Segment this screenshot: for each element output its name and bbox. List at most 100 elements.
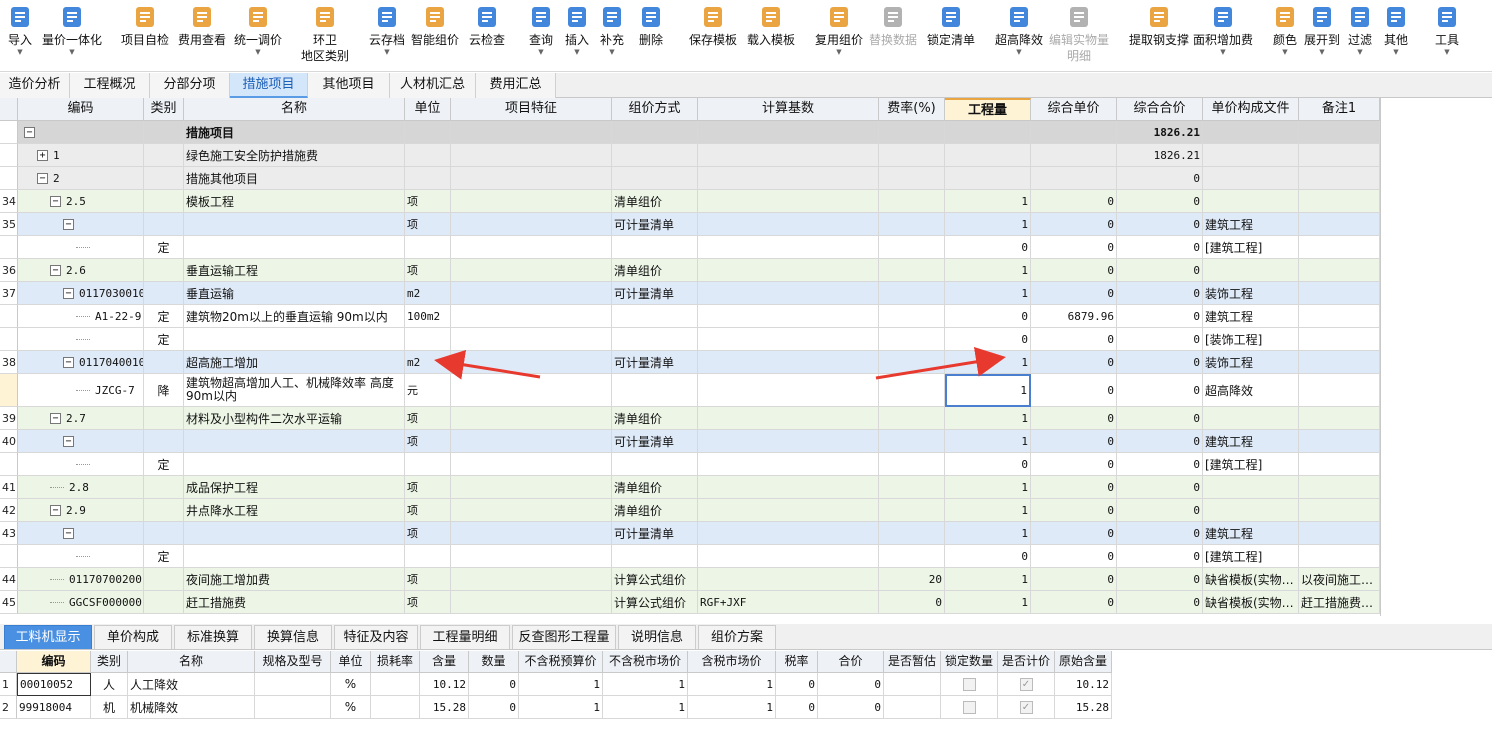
cell-feature[interactable] [451, 121, 612, 144]
bottom-column-header-budget[interactable]: 不含税预算价 [519, 651, 603, 673]
column-header-name[interactable]: 名称 [184, 98, 405, 121]
cell-total[interactable]: 1826.21 [1117, 121, 1203, 144]
cell-rate[interactable] [879, 144, 945, 167]
column-header-price[interactable]: 综合单价 [1031, 98, 1117, 121]
fee-view-button[interactable]: 费用查看 [173, 2, 231, 70]
cell-note[interactable]: 赶工措施费… [1299, 591, 1380, 614]
table-row[interactable]: A1-22-9 定建筑物20m以上的垂直运输 90m以内 100m2 0 6879.96… [0, 305, 1380, 328]
cell-note[interactable] [1299, 545, 1380, 568]
table-row[interactable]: 41 2.8 成品保护工程项清单组价 1 0 0 [0, 476, 1380, 499]
cell-note[interactable] [1299, 190, 1380, 213]
cell-qty[interactable]: 1 [945, 476, 1031, 499]
cell-name[interactable]: 措施项目 [184, 121, 405, 144]
cell-price[interactable]: 0 [1031, 190, 1117, 213]
other-button[interactable]: 其他 ▼ [1367, 2, 1425, 70]
qty-price-button[interactable]: 量价一体化 ▼ [35, 2, 109, 70]
cell-code[interactable] [18, 545, 144, 568]
cell-file[interactable]: 建筑工程 [1203, 213, 1299, 236]
bottom-cell-est[interactable] [884, 696, 941, 719]
unify-price-button[interactable]: 统一调价 ▼ [229, 2, 287, 70]
cell-base[interactable] [698, 568, 879, 591]
cell-file[interactable]: 建筑工程 [1203, 522, 1299, 545]
cell-cat[interactable] [144, 591, 184, 614]
cell-file[interactable]: [装饰工程] [1203, 328, 1299, 351]
cell-file[interactable] [1203, 407, 1299, 430]
cell-cat[interactable] [144, 213, 184, 236]
cell-rate[interactable] [879, 121, 945, 144]
cell-note[interactable] [1299, 282, 1380, 305]
cell-rate[interactable] [879, 351, 945, 374]
table-row[interactable]: 35− 项可计量清单 1 0 0 建筑工程 [0, 213, 1380, 236]
cell-note[interactable] [1299, 522, 1380, 545]
table-row[interactable]: 定 0 0 0 [建筑工程] [0, 236, 1380, 259]
cell-cat[interactable] [144, 190, 184, 213]
cell-note[interactable] [1299, 121, 1380, 144]
cell-price[interactable]: 0 [1031, 351, 1117, 374]
cell-name[interactable] [184, 545, 405, 568]
cell-code[interactable]: A1-22-9 [18, 305, 144, 328]
cell-rate[interactable] [879, 522, 945, 545]
cell-cat[interactable]: 定 [144, 545, 184, 568]
self-check-button[interactable]: 项目自检 [116, 2, 174, 70]
cell-code[interactable]: −2.7 [18, 407, 144, 430]
cell-feature[interactable] [451, 499, 612, 522]
cell-method[interactable]: 可计量清单 [612, 213, 698, 236]
cell-cat[interactable] [144, 167, 184, 190]
cell-qty[interactable]: 0 [945, 453, 1031, 476]
cell-unit[interactable]: 项 [405, 568, 451, 591]
cell-note[interactable] [1299, 259, 1380, 282]
bottom-column-header-orig[interactable]: 原始含量 [1055, 651, 1112, 673]
table-row[interactable]: 定 0 0 0 [建筑工程] [0, 545, 1380, 568]
bottom-column-header-name[interactable]: 名称 [128, 651, 255, 673]
bottom-column-header-taxmarket[interactable]: 含税市场价 [688, 651, 776, 673]
bottom-cell-budget[interactable]: 1 [519, 673, 603, 696]
bottom-column-header-taxrate[interactable]: 税率 [776, 651, 818, 673]
cell-price[interactable]: 0 [1031, 374, 1117, 407]
cell-price[interactable]: 0 [1031, 213, 1117, 236]
cell-qty[interactable]: 1 [945, 407, 1031, 430]
bottom-cell-name[interactable]: 机械降效 [128, 696, 255, 719]
cell-rate[interactable] [879, 190, 945, 213]
cell-qty[interactable]: 1 [945, 190, 1031, 213]
cell-unit[interactable]: 元 [405, 374, 451, 407]
cell-total[interactable]: 0 [1117, 259, 1203, 282]
cell-method[interactable]: 可计量清单 [612, 282, 698, 305]
cell-file[interactable]: [建筑工程] [1203, 545, 1299, 568]
cell-qty[interactable] [945, 144, 1031, 167]
is-priced-checkbox[interactable]: ✓ [1019, 700, 1033, 714]
cell-price[interactable]: 0 [1031, 476, 1117, 499]
cloud-store-dropdown-arrow-icon[interactable]: ▼ [384, 48, 389, 57]
bottom-cell-taxmarket[interactable]: 1 [688, 696, 776, 719]
cell-note[interactable]: 以夜间施工… [1299, 568, 1380, 591]
save-template-button[interactable]: 保存模板 [684, 2, 742, 70]
cell-unit[interactable]: 项 [405, 476, 451, 499]
cell-method[interactable] [612, 305, 698, 328]
table-row[interactable]: −2 措施其他项目 0 [0, 167, 1380, 190]
cell-code[interactable]: −011703001001 [18, 282, 144, 305]
cell-code[interactable]: − [18, 522, 144, 545]
cell-qty[interactable]: 1 [945, 430, 1031, 453]
column-header-total[interactable]: 综合合价 [1117, 98, 1203, 121]
import-dropdown-arrow-icon[interactable]: ▼ [17, 48, 22, 57]
column-header-unit[interactable]: 单位 [405, 98, 451, 121]
cell-code[interactable]: −2.9 [18, 499, 144, 522]
cell-unit[interactable]: 项 [405, 430, 451, 453]
smart-price-button[interactable]: 智能组价 [406, 2, 464, 70]
cell-name[interactable]: 夜间施工增加费 [184, 568, 405, 591]
cell-feature[interactable] [451, 213, 612, 236]
cell-cat[interactable] [144, 407, 184, 430]
bottom-cell-orig[interactable]: 15.28 [1055, 696, 1112, 719]
cell-base[interactable] [698, 236, 879, 259]
cell-note[interactable] [1299, 144, 1380, 167]
cell-feature[interactable] [451, 374, 612, 407]
cell-file[interactable] [1203, 259, 1299, 282]
cell-unit[interactable]: 100m2 [405, 305, 451, 328]
cell-price[interactable]: 0 [1031, 430, 1117, 453]
bottom-tab-6[interactable]: 反查图形工程量 [512, 625, 616, 649]
cloud-check-button[interactable]: 云检查 [458, 2, 516, 70]
cell-price[interactable]: 0 [1031, 545, 1117, 568]
cell-name[interactable]: 垂直运输 [184, 282, 405, 305]
cell-rate[interactable] [879, 259, 945, 282]
cell-price[interactable]: 0 [1031, 568, 1117, 591]
cell-qty[interactable] [945, 121, 1031, 144]
